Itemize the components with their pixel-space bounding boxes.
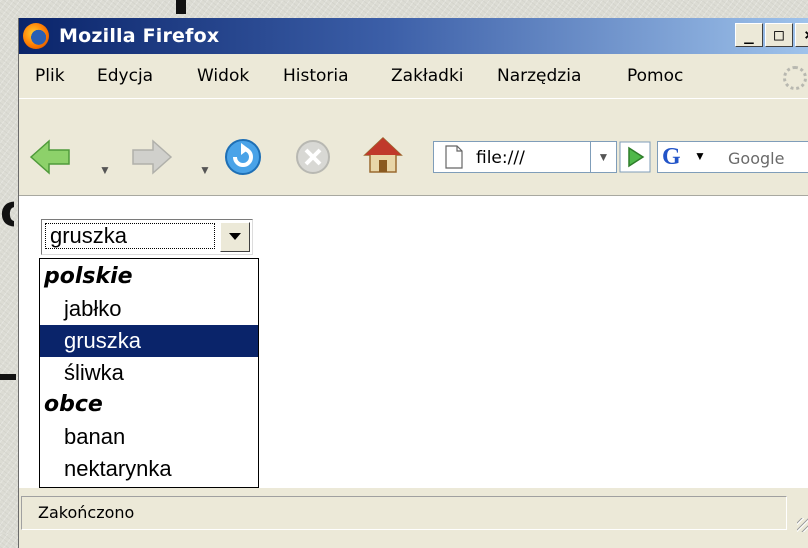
- close-button[interactable]: ×: [795, 23, 808, 47]
- maximize-button[interactable]: □: [765, 23, 793, 47]
- option-sliwka[interactable]: śliwka: [40, 357, 258, 389]
- menu-widok[interactable]: Widok: [197, 66, 249, 86]
- url-history-dropdown-icon[interactable]: ▼: [591, 141, 617, 173]
- menu-zakladki[interactable]: Zakładki: [391, 66, 464, 86]
- resize-grip-icon[interactable]: [797, 518, 808, 532]
- menu-narzedzia[interactable]: Narzędzia: [497, 66, 581, 86]
- navigation-toolbar: ▼ ▼ file:/// ▼ G ▼ Google: [19, 98, 808, 196]
- go-icon[interactable]: [619, 141, 651, 173]
- menu-plik[interactable]: Plik: [35, 66, 65, 86]
- back-arrow-icon[interactable]: [29, 139, 71, 175]
- slide-decoration-dash: [0, 374, 16, 380]
- option-gruszka[interactable]: gruszka: [40, 325, 258, 357]
- firefox-icon: [23, 23, 49, 49]
- menu-edycja[interactable]: Edycja: [97, 66, 153, 86]
- option-banan[interactable]: banan: [40, 421, 258, 453]
- select-dropdown-arrow-icon[interactable]: [220, 222, 250, 252]
- page-icon: [445, 145, 463, 169]
- select-dropdown-list: polskie jabłko gruszka śliwka obce banan…: [39, 258, 259, 488]
- menu-historia[interactable]: Historia: [283, 66, 349, 86]
- status-text: Zakończono: [38, 503, 135, 522]
- optgroup-obce: obce: [44, 392, 103, 417]
- throbber-icon: [783, 66, 807, 90]
- select-current-value[interactable]: gruszka: [45, 223, 215, 249]
- url-bar[interactable]: file:///: [433, 141, 591, 173]
- option-jablko[interactable]: jabłko: [40, 293, 258, 325]
- forward-arrow-icon: [132, 139, 173, 175]
- stop-icon: [296, 140, 330, 174]
- minimize-button[interactable]: _: [735, 23, 763, 47]
- search-box[interactable]: G ▼ Google: [657, 141, 808, 173]
- browser-window: Mozilla Firefox _ □ × Plik Edycja Widok …: [18, 18, 808, 548]
- home-icon[interactable]: [363, 135, 403, 175]
- title-bar[interactable]: Mozilla Firefox _ □ ×: [19, 18, 808, 54]
- back-history-dropdown-icon[interactable]: ▼: [99, 163, 111, 177]
- option-nektarynka[interactable]: nektarynka: [40, 453, 258, 485]
- status-panel: Zakończono: [21, 496, 787, 530]
- google-icon[interactable]: G: [662, 144, 681, 171]
- page-content: gruszka polskie jabłko gruszka śliwka ob…: [19, 196, 808, 488]
- forward-history-dropdown-icon: ▼: [199, 163, 211, 177]
- url-text[interactable]: file:///: [476, 148, 525, 168]
- optgroup-polskie: polskie: [44, 264, 133, 289]
- menu-bar: Plik Edycja Widok Historia Zakładki Narz…: [19, 56, 808, 96]
- menu-pomoc[interactable]: Pomoc: [627, 66, 683, 86]
- status-bar: Zakończono: [19, 490, 808, 548]
- window-title: Mozilla Firefox: [59, 25, 220, 47]
- search-engine-dropdown-icon[interactable]: ▼: [694, 149, 706, 163]
- slide-decoration-letter: o: [0, 190, 14, 230]
- fruit-select[interactable]: gruszka: [41, 219, 253, 255]
- search-placeholder[interactable]: Google: [728, 149, 784, 168]
- reload-icon[interactable]: [223, 137, 263, 177]
- slide-decoration-top: [176, 0, 186, 14]
